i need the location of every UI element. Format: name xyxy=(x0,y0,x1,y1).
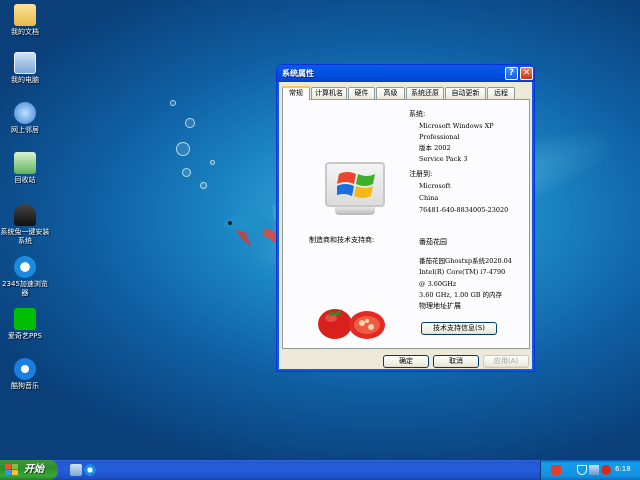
manufacturer-name: 番茄花园 xyxy=(419,238,447,246)
manufacturer-heading: 制造商和技术支持商: xyxy=(309,236,375,244)
system-os-name: Microsoft Windows XP xyxy=(419,122,494,130)
network-icon xyxy=(14,102,36,124)
iqiyi-icon xyxy=(14,308,36,330)
desktop-icon-iqiyi[interactable]: 爱奇艺PPS xyxy=(0,308,50,341)
desktop-icon-label: 我的文档 xyxy=(11,28,39,36)
bubble xyxy=(200,182,207,189)
system-edition: Professional xyxy=(419,133,460,141)
tomato-logo-icon xyxy=(318,309,385,339)
show-desktop-icon[interactable] xyxy=(70,464,82,476)
clock: 6:18 xyxy=(615,465,631,473)
browser-quicklaunch-icon[interactable] xyxy=(84,464,96,476)
desktop-icon-system-rabbit[interactable]: 系统兔一键安装系统 xyxy=(0,204,50,246)
registered-owner: Microsoft xyxy=(419,182,451,190)
network-tray-icon[interactable] xyxy=(589,465,599,475)
cancel-button[interactable]: 取消 xyxy=(433,355,479,368)
recycle-bin-icon xyxy=(14,152,36,174)
folder-icon xyxy=(14,4,36,26)
taskbar: 开始 6:18 xyxy=(0,460,640,480)
shield-icon[interactable] xyxy=(577,465,587,475)
desktop-icon-label: 爱奇艺PPS xyxy=(8,332,42,340)
apply-button[interactable]: 应用(A) xyxy=(483,355,529,368)
general-tab-panel: 系统: Microsoft Windows XP Professional 版本… xyxy=(282,99,530,349)
tray-app-icon[interactable] xyxy=(551,465,561,475)
tab-computer-name[interactable]: 计算机名 xyxy=(311,87,347,99)
desktop-icon-label: 2345加速浏览器 xyxy=(2,280,48,297)
system-service-pack: Service Pack 3 xyxy=(419,155,468,163)
pae-info: 物理地址扩展 xyxy=(419,302,461,310)
system-version: 版本 2002 xyxy=(419,144,451,152)
system-tray: 6:18 xyxy=(540,460,640,480)
system-properties-window: 系统属性 ? ✕ 常规 计算机名 硬件 高级 系统还原 自动更新 远程 系统: … xyxy=(276,64,535,372)
desktop-icon-label: 我的电脑 xyxy=(11,76,39,84)
tab-remote[interactable]: 远程 xyxy=(487,87,515,99)
tab-strip: 常规 计算机名 硬件 高级 系统还原 自动更新 远程 xyxy=(282,86,530,100)
close-button[interactable]: ✕ xyxy=(520,67,533,80)
cpu-speed: @ 3.60GHz xyxy=(419,280,457,288)
bubble xyxy=(170,100,176,106)
tab-general[interactable]: 常规 xyxy=(282,86,310,100)
desktop-icon-my-documents[interactable]: 我的文档 xyxy=(0,4,50,37)
help-button[interactable]: ? xyxy=(505,67,518,80)
system-heading: 系统: xyxy=(409,110,426,118)
registered-heading: 注册到: xyxy=(409,170,433,178)
support-info-button[interactable]: 技术支持信息(S) xyxy=(421,322,497,335)
kugou-icon xyxy=(14,358,36,380)
bubble xyxy=(210,160,215,165)
security-alert-icon[interactable] xyxy=(601,465,611,475)
start-label: 开始 xyxy=(24,464,44,475)
windows-logo-monitor-icon xyxy=(323,160,387,218)
cpu-model: Intel(R) Core(TM) i7-4790 xyxy=(419,268,506,276)
bubble xyxy=(176,142,190,156)
desktop-icon-recycle-bin[interactable]: 回收站 xyxy=(0,152,50,185)
computer-icon xyxy=(14,52,36,74)
desktop-icon-label: 系统兔一键安装系统 xyxy=(0,228,50,245)
window-title: 系统属性 xyxy=(282,69,314,78)
desktop-icon-kugou[interactable]: 酷狗音乐 xyxy=(0,358,50,391)
windows-flag-icon xyxy=(5,464,18,475)
desktop-icon-label: 网上邻居 xyxy=(11,126,39,134)
tab-advanced[interactable]: 高级 xyxy=(376,87,405,99)
rabbit-icon xyxy=(14,204,36,226)
tab-automatic-updates[interactable]: 自动更新 xyxy=(445,87,486,99)
ok-button[interactable]: 确定 xyxy=(383,355,429,368)
tab-system-restore[interactable]: 系统还原 xyxy=(406,87,444,99)
desktop-icon-2345-browser[interactable]: 2345加速浏览器 xyxy=(0,256,50,298)
desktop-icon-label: 回收站 xyxy=(14,176,36,184)
memory-info: 3.60 GHz, 1.00 GB 的内存 xyxy=(419,291,503,299)
bubble xyxy=(182,168,191,177)
desktop-icon-label: 酷狗音乐 xyxy=(11,382,39,390)
desktop-icon-my-computer[interactable]: 我的电脑 xyxy=(0,52,50,85)
title-bar[interactable]: 系统属性 ? ✕ xyxy=(277,65,534,82)
product-id: 76481-640-8834005-23020 xyxy=(419,206,509,214)
bubble xyxy=(185,118,195,128)
registered-organization: China xyxy=(419,194,439,202)
start-button[interactable]: 开始 xyxy=(0,460,58,480)
browser-icon xyxy=(14,256,36,278)
tab-hardware[interactable]: 硬件 xyxy=(348,87,375,99)
desktop-icon-network[interactable]: 网上邻居 xyxy=(0,102,50,135)
manufacturer-model: 番茄花园Ghostxp系统2020.04 xyxy=(419,257,512,265)
